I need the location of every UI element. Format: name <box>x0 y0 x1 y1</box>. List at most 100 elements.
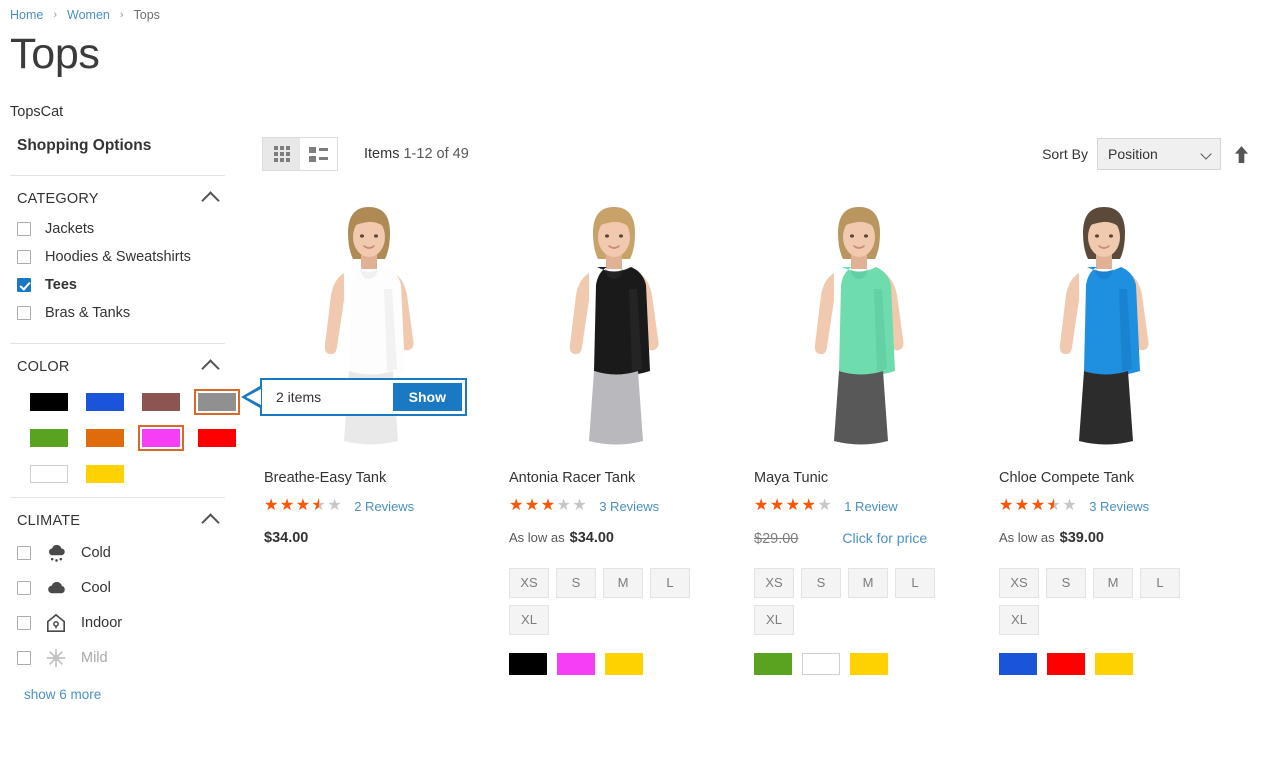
size-option-l[interactable]: L <box>895 567 935 598</box>
color-option-yellow[interactable] <box>1095 652 1133 675</box>
color-swatch-white[interactable] <box>26 461 72 487</box>
filter-title-category: CATEGORY <box>17 190 99 207</box>
grid-view-icon <box>273 146 290 163</box>
items-callout: 2 items Show <box>241 378 467 417</box>
breadcrumb-separator: › <box>53 8 58 21</box>
filter-option-cool[interactable]: Cool <box>17 578 225 598</box>
show-more-link[interactable]: show 6 more <box>24 687 101 702</box>
filter-option-tees[interactable]: Tees <box>17 277 225 293</box>
color-swatch-brown[interactable] <box>138 389 184 415</box>
size-option-s[interactable]: S <box>801 567 841 598</box>
filter-option-label: Indoor <box>81 615 123 632</box>
color-swatch-fill <box>142 429 180 448</box>
filter-option-mild[interactable]: Mild <box>17 648 225 668</box>
size-option-l[interactable]: L <box>650 567 690 598</box>
filter-option-jackets[interactable]: Jackets <box>17 221 225 237</box>
filter-header-category[interactable]: CATEGORY <box>10 190 225 210</box>
color-option-green[interactable] <box>754 652 792 675</box>
product-name[interactable]: Chloe Compete Tank <box>999 470 1242 487</box>
checkbox[interactable] <box>17 306 31 321</box>
size-option-m[interactable]: M <box>848 567 888 598</box>
grid-view-button[interactable] <box>263 138 300 171</box>
color-swatch-purple[interactable] <box>138 425 184 452</box>
product-reviews-link[interactable]: 2 Reviews <box>354 499 414 514</box>
sorter: Sort By Position <box>1042 138 1262 171</box>
filter-option-cold[interactable]: Cold <box>17 543 225 563</box>
product-image[interactable] <box>999 193 1209 459</box>
color-swatch-blue[interactable] <box>82 389 128 415</box>
size-option-s[interactable]: S <box>1046 567 1086 598</box>
product-size-options: XS S M L XL <box>999 567 1211 635</box>
filter-header-color[interactable]: COLOR <box>10 358 225 378</box>
list-view-button[interactable] <box>300 138 337 171</box>
star-rating-icon: ★★★★★★★★★★ <box>999 497 1079 515</box>
checkbox[interactable] <box>17 278 31 293</box>
product-reviews-link[interactable]: 1 Review <box>844 499 897 514</box>
checkbox[interactable] <box>17 616 31 631</box>
items-count: Items 1-12 of 49 <box>364 146 469 162</box>
product-reviews-link[interactable]: 3 Reviews <box>599 499 659 514</box>
breadcrumb-item-women[interactable]: Women <box>67 8 110 22</box>
product-image[interactable] <box>264 193 474 459</box>
checkbox[interactable] <box>17 222 31 237</box>
color-swatch-fill <box>30 429 68 448</box>
color-option-red[interactable] <box>1047 652 1085 675</box>
checkbox[interactable] <box>17 250 31 265</box>
product-list-content: Items 1-12 of 49 Sort By Position Breath… <box>241 137 1262 675</box>
checkbox[interactable] <box>17 581 31 596</box>
color-option-black[interactable] <box>509 652 547 675</box>
product-image[interactable] <box>509 193 719 459</box>
breadcrumb: Home › Women › Tops <box>0 0 1262 24</box>
sidebar-title: Shopping Options <box>17 137 152 155</box>
size-option-xs[interactable]: XS <box>754 567 794 598</box>
size-option-m[interactable]: M <box>603 567 643 598</box>
color-option-yellow[interactable] <box>605 652 643 675</box>
checkbox[interactable] <box>17 546 31 561</box>
product-price-value: $34.00 <box>569 529 614 546</box>
click-for-price-link[interactable]: Click for price <box>842 530 927 546</box>
product-size-options: XS S M L XL <box>754 567 966 635</box>
star-rating-icon: ★★★★★★★★★★ <box>754 497 834 515</box>
items-count-label: Items <box>364 146 400 163</box>
size-option-s[interactable]: S <box>556 567 596 598</box>
color-swatch-orange[interactable] <box>82 425 128 451</box>
size-option-m[interactable]: M <box>1093 567 1133 598</box>
breadcrumb-item-home[interactable]: Home <box>10 8 43 22</box>
size-option-xs[interactable]: XS <box>509 567 549 598</box>
sort-direction-button[interactable] <box>1230 141 1252 167</box>
color-swatch-red[interactable] <box>194 425 240 451</box>
color-option-blue[interactable] <box>999 652 1037 675</box>
product-reviews-link[interactable]: 3 Reviews <box>1089 499 1149 514</box>
filter-option-label: Tees <box>45 277 77 294</box>
size-option-xl[interactable]: XL <box>754 604 794 635</box>
color-swatch-black[interactable] <box>26 389 72 415</box>
filter-option-indoor[interactable]: Indoor <box>17 613 225 633</box>
color-option-white[interactable] <box>802 652 840 675</box>
size-option-l[interactable]: L <box>1140 567 1180 598</box>
color-swatch-gray[interactable] <box>194 389 240 416</box>
filter-title-color: COLOR <box>17 358 70 375</box>
sort-by-select[interactable]: Position <box>1097 138 1221 171</box>
color-swatch-green[interactable] <box>26 425 72 451</box>
filter-body-climate: Cold Cool Indoor Mild show 6 more <box>10 529 225 704</box>
product-color-options <box>999 652 1242 675</box>
color-swatch-yellow[interactable] <box>82 461 128 487</box>
product-price: As low as $34.00 <box>509 530 752 550</box>
color-option-yellow[interactable] <box>850 652 888 675</box>
product-image[interactable] <box>754 193 964 459</box>
filter-option-bras-tanks[interactable]: Bras & Tanks <box>17 305 225 321</box>
view-mode-toggle[interactable] <box>262 137 338 172</box>
filter-header-climate[interactable]: CLIMATE <box>10 512 225 532</box>
callout-show-button[interactable]: Show <box>392 383 462 412</box>
product-name[interactable]: Breathe-Easy Tank <box>264 470 507 487</box>
product-name[interactable]: Antonia Racer Tank <box>509 470 752 487</box>
checkbox[interactable] <box>17 651 31 666</box>
size-option-xl[interactable]: XL <box>999 604 1039 635</box>
product-name[interactable]: Maya Tunic <box>754 470 997 487</box>
product-card: Chloe Compete Tank ★★★★★★★★★★ 3 Reviews As … <box>997 193 1242 675</box>
filter-option-hoodies-sweatshirts[interactable]: Hoodies & Sweatshirts <box>17 249 225 265</box>
color-option-purple[interactable] <box>557 652 595 675</box>
size-option-xs[interactable]: XS <box>999 567 1039 598</box>
size-option-xl[interactable]: XL <box>509 604 549 635</box>
filter-option-label: Jackets <box>45 221 95 238</box>
